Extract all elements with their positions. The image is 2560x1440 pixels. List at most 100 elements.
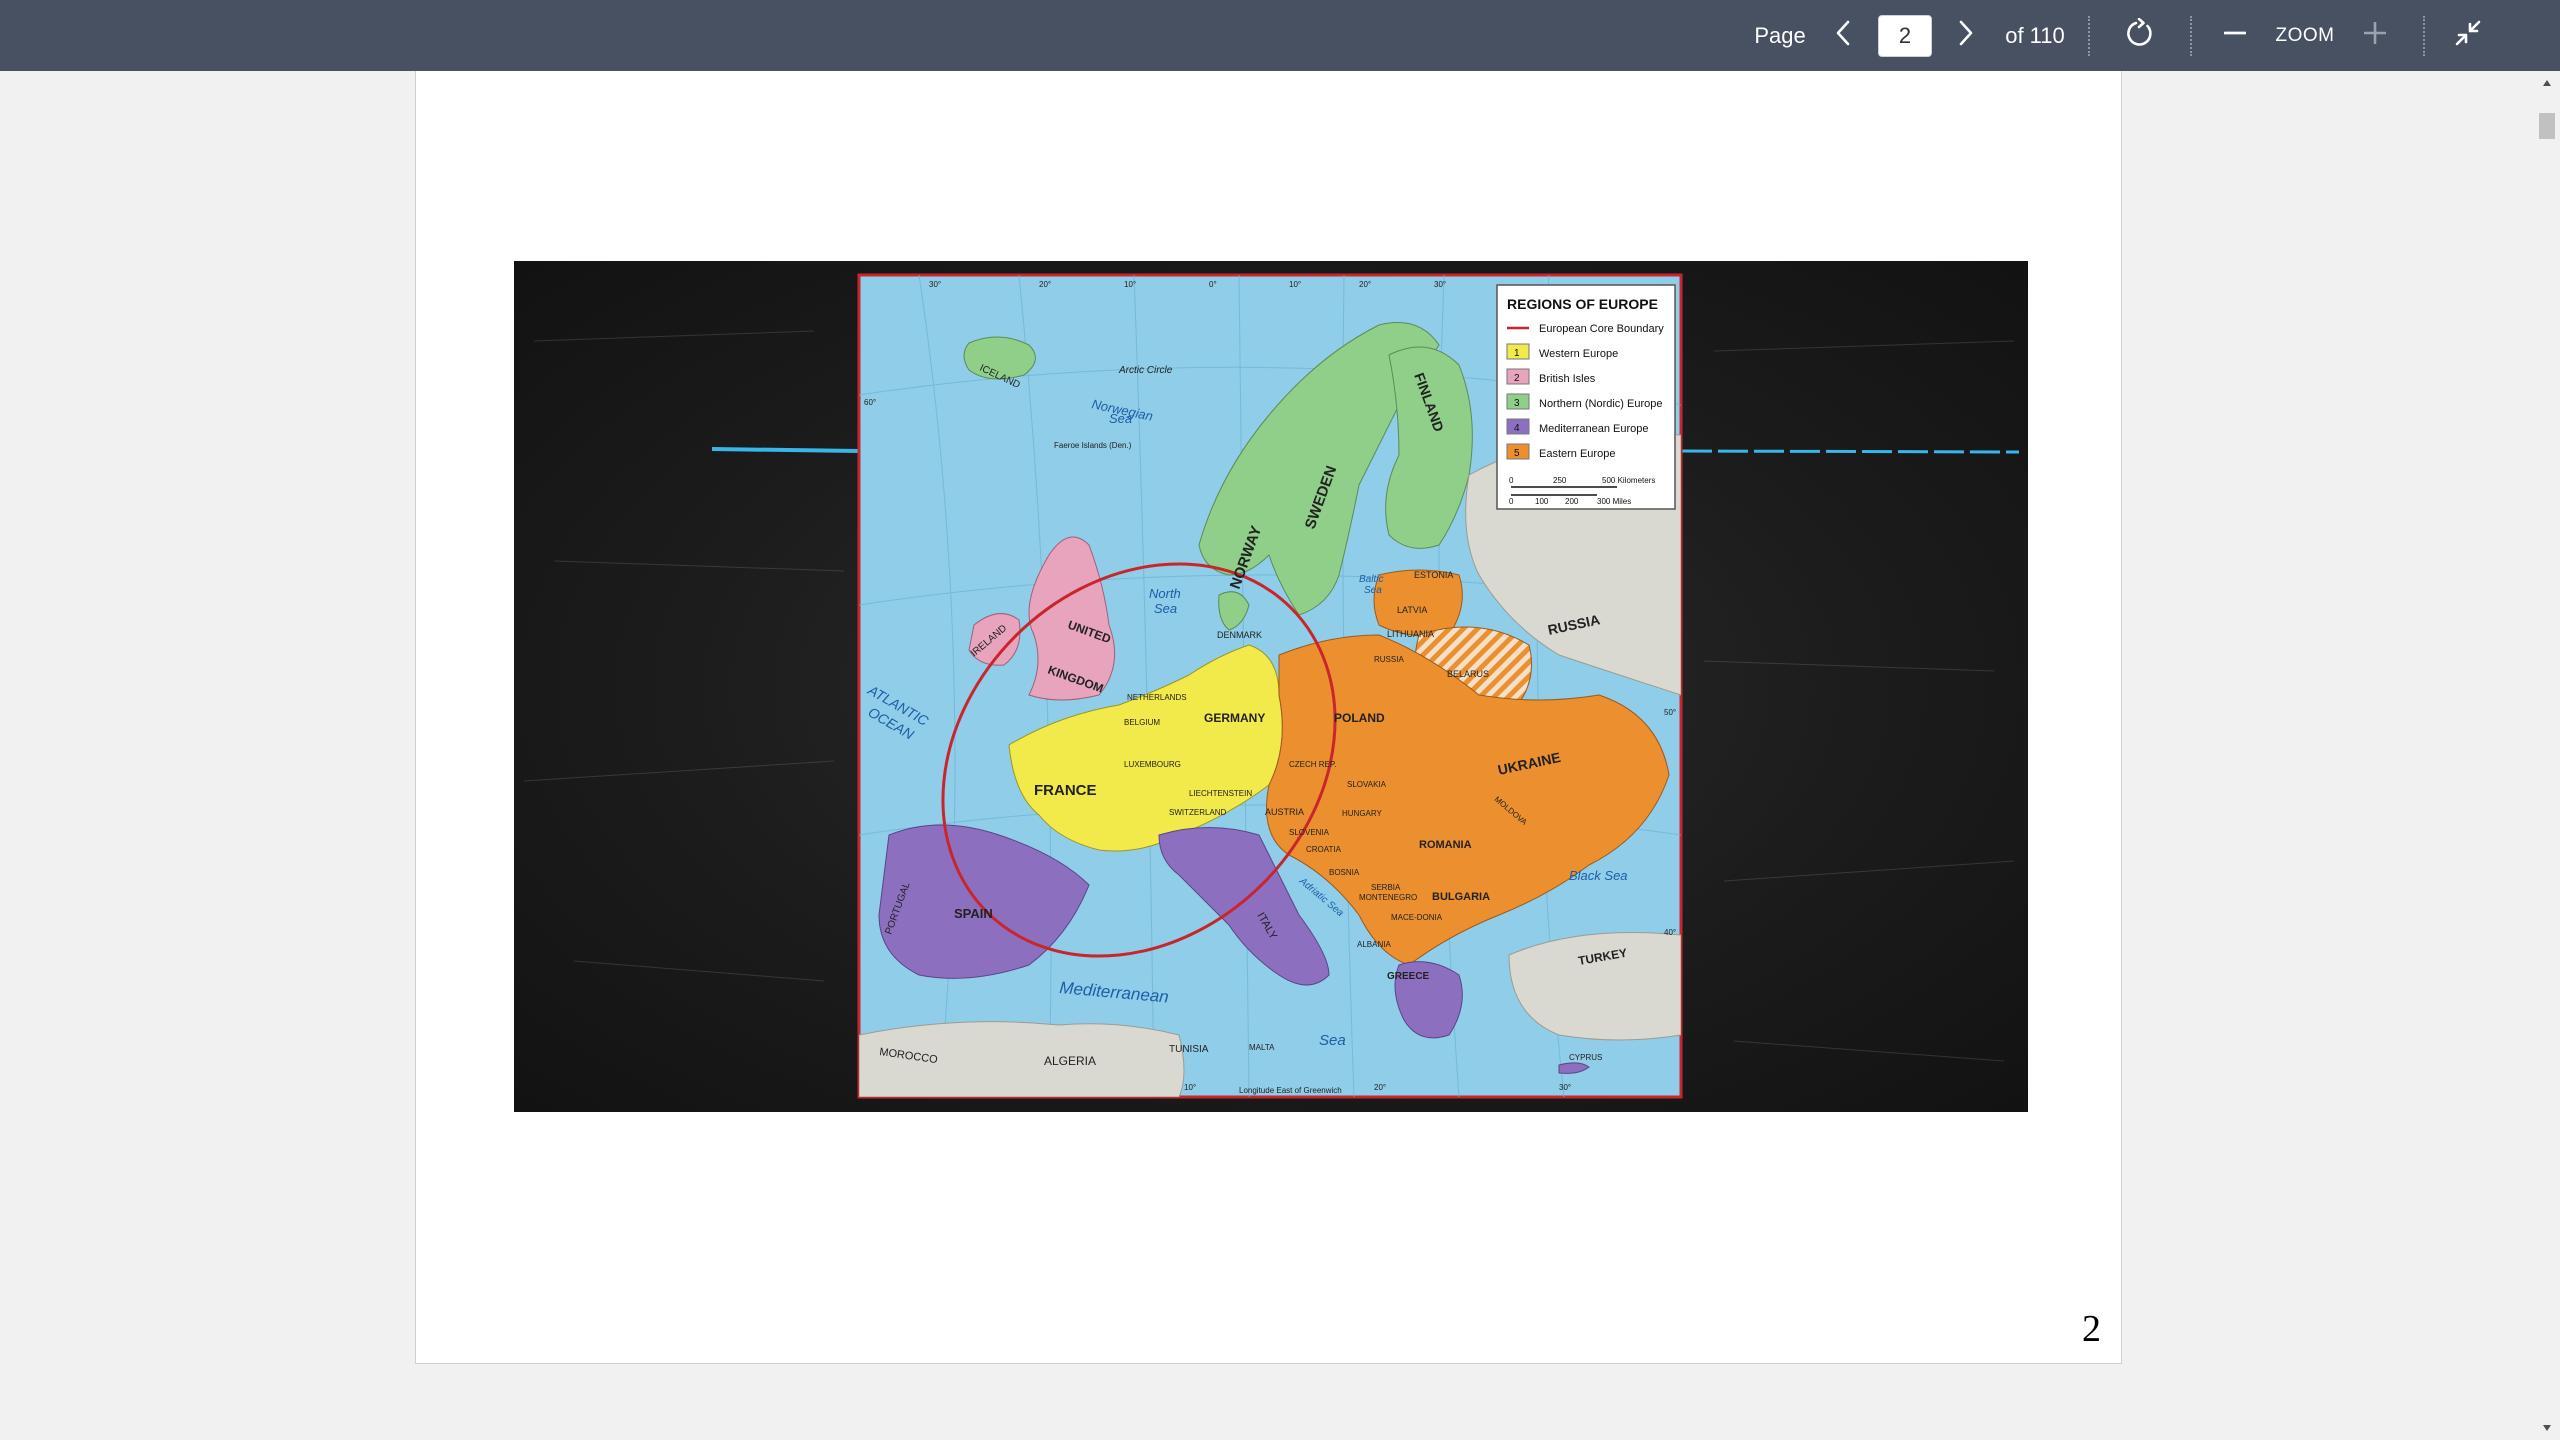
- map-label: LUXEMBOURG: [1124, 760, 1181, 769]
- map-label: SLOVAKIA: [1347, 780, 1387, 789]
- legend-item-label: Eastern Europe: [1539, 448, 1615, 460]
- scale-tick: 250: [1553, 476, 1567, 485]
- lon-tick: 30°: [929, 280, 941, 289]
- vertical-scrollbar[interactable]: [2534, 71, 2560, 1440]
- triangle-up-icon: [2542, 74, 2552, 92]
- map-label: Black Sea: [1569, 868, 1628, 883]
- legend-item-num: 2: [1514, 373, 1520, 384]
- zoom-in-button[interactable]: [2355, 0, 2395, 71]
- map-legend: REGIONS OF EUROPE European Core Boundary…: [1496, 284, 1676, 510]
- lon-tick: 30°: [1434, 280, 1446, 289]
- lon-tick: 10°: [1124, 280, 1136, 289]
- map-label: CYPRUS: [1569, 1053, 1602, 1062]
- page-label: Page: [1754, 22, 1806, 48]
- lon-tick: 0°: [1209, 280, 1217, 289]
- map-photo: ICELAND Arctic Circle Norwegian Sea Faer…: [514, 261, 2028, 1112]
- legend-item-label: Western Europe: [1539, 348, 1618, 360]
- lat-tick: 50°: [1664, 708, 1676, 717]
- chevron-right-icon: [1958, 20, 1974, 51]
- map-label: SERBIA: [1371, 883, 1401, 892]
- map-label: Sea: [1364, 585, 1382, 596]
- page-number-input[interactable]: [1878, 15, 1932, 57]
- map-label: AUSTRIA: [1265, 807, 1304, 817]
- page-number: 2: [2082, 1308, 2101, 1350]
- map-label: CZECH REP.: [1289, 760, 1336, 769]
- map-label: BELARUS: [1447, 669, 1489, 679]
- scale-mi-label: 300 Miles: [1597, 497, 1631, 506]
- zoom-out-button[interactable]: [2215, 0, 2255, 71]
- toolbar-divider: [2088, 16, 2090, 56]
- map-label: NETHERLANDS: [1127, 693, 1187, 702]
- legend-item-label: European Core Boundary: [1539, 323, 1664, 335]
- map-label: MONTENEGRO: [1359, 893, 1417, 902]
- map-label: Longitude East of Greenwich: [1239, 1086, 1342, 1095]
- previous-page-button[interactable]: [1825, 0, 1861, 71]
- map-label: ALGERIA: [1044, 1054, 1096, 1068]
- legend-item-num: 3: [1514, 398, 1520, 409]
- map-label: SPAIN: [954, 906, 993, 921]
- scale-tick: 100: [1535, 497, 1549, 506]
- legend-item-num: 4: [1514, 423, 1520, 434]
- triangle-down-icon: [2542, 1419, 2552, 1437]
- next-page-button[interactable]: [1948, 0, 1984, 71]
- map-label: ESTONIA: [1414, 570, 1453, 580]
- europe-map-image: ICELAND Arctic Circle Norwegian Sea Faer…: [523, 273, 2020, 1099]
- legend-item-num: 1: [1514, 348, 1520, 359]
- plus-icon: [2363, 21, 2387, 49]
- scale-tick: 0: [1509, 497, 1514, 506]
- legend-item-label: British Isles: [1539, 373, 1596, 385]
- legend-item-label: Mediterranean Europe: [1539, 423, 1648, 435]
- scale-km-label: 500 Kilometers: [1602, 476, 1655, 485]
- lon-tick: 20°: [1359, 280, 1371, 289]
- map-label: HUNGARY: [1342, 809, 1383, 818]
- rotate-icon: [2125, 17, 2155, 53]
- lon-tick: 30°: [1559, 1083, 1571, 1092]
- exit-fullscreen-button[interactable]: [2448, 0, 2488, 71]
- scale-tick: 0: [1509, 476, 1514, 485]
- scrollbar-thumb[interactable]: [2539, 113, 2555, 139]
- map-label: TUNISIA: [1169, 1044, 1209, 1055]
- map-label: LITHUANIA: [1387, 629, 1434, 639]
- map-label: SLOVENIA: [1289, 828, 1330, 837]
- pdf-toolbar: Page of 110 ZOOM: [0, 0, 2560, 71]
- lon-tick: 20°: [1374, 1083, 1386, 1092]
- scroll-down-button[interactable]: [2534, 1418, 2560, 1438]
- map-label: Arctic Circle: [1118, 365, 1173, 376]
- map-label: RUSSIA: [1374, 655, 1404, 664]
- chevron-left-icon: [1835, 20, 1851, 51]
- map-label: ALBANIA: [1357, 940, 1391, 949]
- map-label: POLAND: [1334, 711, 1385, 725]
- page-count-label: of 110: [2005, 22, 2065, 48]
- map-label: North: [1149, 586, 1181, 601]
- toolbar-divider: [2423, 16, 2425, 56]
- map-label: GREECE: [1387, 971, 1430, 982]
- map-label: MALTA: [1249, 1043, 1275, 1052]
- minus-icon: [2223, 22, 2247, 49]
- lon-tick: 10°: [1184, 1083, 1196, 1092]
- toolbar-divider: [2190, 16, 2192, 56]
- lat-tick: 60°: [864, 398, 876, 407]
- document-viewer[interactable]: ICELAND Arctic Circle Norwegian Sea Faer…: [0, 71, 2560, 1440]
- map-label: DENMARK: [1217, 630, 1262, 640]
- legend-item-num: 5: [1514, 448, 1520, 459]
- legend-title: REGIONS OF EUROPE: [1507, 296, 1658, 312]
- rotate-button[interactable]: [2120, 0, 2160, 71]
- map-label: Baltic: [1359, 574, 1383, 585]
- map-label: FRANCE: [1034, 782, 1097, 799]
- map-label: MACE-DONIA: [1391, 913, 1443, 922]
- map-label: BOSNIA: [1329, 868, 1360, 877]
- map-label: Sea: [1154, 601, 1177, 616]
- lon-tick: 10°: [1289, 280, 1301, 289]
- scale-tick: 200: [1565, 497, 1579, 506]
- map-label: LIECHTENSTEIN: [1189, 789, 1252, 798]
- pdf-page: ICELAND Arctic Circle Norwegian Sea Faer…: [415, 71, 2122, 1364]
- collapse-icon: [2455, 20, 2481, 51]
- lat-tick: 40°: [1664, 928, 1676, 937]
- scroll-up-button[interactable]: [2534, 73, 2560, 93]
- zoom-label: ZOOM: [2275, 24, 2335, 46]
- map-label: SWITZERLAND: [1169, 808, 1227, 817]
- map-label: Sea: [1319, 1032, 1346, 1049]
- map-label: LATVIA: [1397, 605, 1427, 615]
- map-label: CROATIA: [1306, 845, 1342, 854]
- map-label: ROMANIA: [1419, 839, 1472, 851]
